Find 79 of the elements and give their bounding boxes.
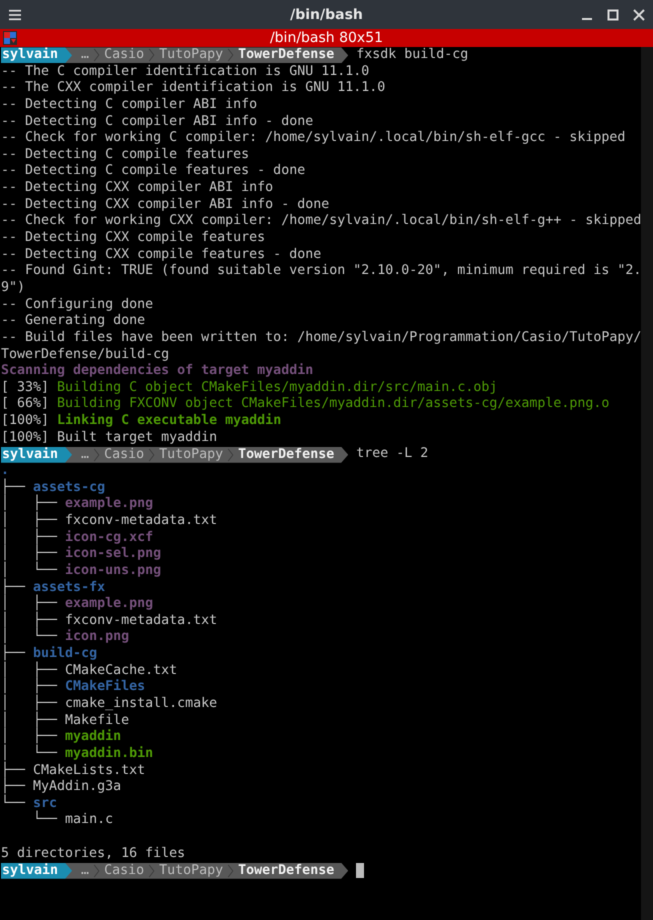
path-label: Casio: [103, 862, 146, 879]
terminal-line: -- The CXX compiler identification is GNU 11.1.0: [1, 80, 386, 97]
prompt-user: sylvain: [1, 446, 72, 463]
chevron-icon: [227, 446, 234, 463]
tree-entry: │ └── icon.png: [1, 629, 130, 644]
path-label: Casio: [103, 446, 146, 463]
terminal-line: 9"): [1, 280, 26, 297]
tree-entry: ├── assets-fx: [1, 580, 106, 594]
close-icon[interactable]: [633, 8, 645, 20]
window-title: /bin/bash: [290, 6, 363, 22]
tree-entry: │ ├── CMakeFiles: [1, 679, 146, 694]
tree-entry: ├── build-cg: [1, 646, 98, 662]
terminal-line: -- Detecting CXX compiler ABI info: [1, 180, 274, 197]
terminal-line: [ 66%] Building FXCONV object CMakeFiles/myaddin.dir/assets-cg/example.png.o: [1, 396, 610, 413]
path-label: …: [80, 862, 90, 879]
terminal-line: -- Build files have been written to: /home/sylvain/Programmation/Casio/TutoPapy/: [1, 330, 642, 347]
path-label: Casio: [103, 47, 146, 64]
tree-entry: │ ├── icon-sel.png: [1, 546, 162, 562]
command-text: tree -L 2: [356, 446, 428, 464]
chevron-icon: [148, 446, 156, 463]
chevron-icon: [148, 862, 156, 879]
tree-entry: │ ├── fxconv-metadata.txt: [1, 512, 218, 528]
prompt-user: sylvain: [1, 862, 72, 879]
terminal-line: -- Detecting C compile features: [1, 146, 250, 164]
path-label: TutoPapy: [158, 862, 224, 879]
terminal-line: -- Check for working C compiler: /home/sylvain/.local/bin/sh-elf-gcc - skipped: [1, 130, 626, 147]
menu-icon[interactable]: [9, 8, 21, 20]
path-label: TutoPapy: [158, 446, 224, 463]
chevron-icon: [93, 47, 100, 64]
chevron-icon: [227, 862, 234, 879]
terminal-line: 5 directories, 16 files: [1, 846, 186, 862]
terminal-line: -- Detecting CXX compiler ABI info - done: [1, 196, 330, 214]
current-directory: TowerDefense: [237, 446, 334, 463]
terminal-line: -- Found Gint: TRUE (found suitable version "2.10.0-20", minimum required is "2.: [1, 263, 642, 280]
terminal-line: TowerDefense/build-cg: [1, 346, 170, 363]
tree-entry: │ ├── icon-cg.xcf: [1, 530, 154, 545]
terminal-line: -- Detecting CXX compile features: [1, 230, 266, 247]
tree-entry: │ ├── cmake_install.cmake: [1, 696, 218, 712]
terminal-line: [100%] Linking C executable myaddin: [1, 413, 282, 430]
path-label: TutoPapy: [158, 47, 224, 64]
tree-entry: │ ├── Makefile: [1, 712, 130, 728]
terminal-app-icon: [3, 31, 17, 45]
path-label: …: [80, 446, 90, 463]
chevron-icon: [93, 862, 100, 879]
tree-entry: │ └── icon-uns.png: [1, 562, 162, 578]
current-directory: TowerDefense: [237, 862, 334, 879]
terminal-line: -- Detecting CXX compile features - done: [1, 246, 322, 264]
terminal-line: -- The C compiler identification is GNU 11.1.0: [1, 64, 370, 80]
tree-entry: │ └── myaddin.bin: [1, 746, 154, 762]
tree-entry: └── src: [1, 796, 58, 811]
tree-entry: │ ├── myaddin: [1, 729, 122, 744]
tree-entry: ├── assets-cg: [1, 480, 106, 495]
maximize-icon[interactable]: [607, 8, 619, 20]
terminal-line: -- Check for working CXX compiler: /home/sylvain/.local/bin/sh-elf-g++ - skipped: [1, 213, 642, 230]
tree-entry: │ ├── CMakeCache.txt: [1, 662, 178, 678]
terminal-line: -- Detecting C compiler ABI info - done: [1, 114, 314, 130]
tree-root: .: [1, 463, 10, 478]
command-text: fxsdk build-cg: [356, 47, 468, 64]
tree-entry: ├── CMakeLists.txt: [1, 762, 146, 778]
path-label: …: [80, 47, 90, 64]
tab-title[interactable]: /bin/bash 80x51: [270, 30, 384, 46]
tree-entry: │ ├── example.png: [1, 496, 154, 512]
chevron-icon: [93, 446, 100, 463]
chevron-icon: [227, 47, 234, 64]
terminal-line: -- Generating done: [1, 313, 146, 330]
tree-entry: ├── MyAddin.g3a: [1, 779, 122, 794]
chevron-icon: [148, 47, 156, 64]
terminal-line: Scanning dependencies of target myaddin: [1, 363, 314, 380]
terminal-line: [100%] Built target myaddin: [1, 430, 218, 446]
tree-entry: │ ├── fxconv-metadata.txt: [1, 612, 218, 628]
terminal-line: -- Configuring done: [1, 296, 154, 314]
current-directory: TowerDefense: [237, 47, 334, 64]
text-cursor: [356, 863, 364, 878]
tree-entry: └── main.c: [32, 812, 114, 830]
terminal-line: [ 33%] Building C object CMakeFiles/myaddin.dir/src/main.c.obj: [1, 380, 498, 396]
tree-entry: │ ├── example.png: [1, 596, 154, 612]
terminal-line: -- Detecting C compile features - done: [1, 163, 306, 180]
terminal-line: -- Detecting C compiler ABI info: [1, 96, 258, 114]
prompt-user: sylvain: [1, 47, 72, 64]
